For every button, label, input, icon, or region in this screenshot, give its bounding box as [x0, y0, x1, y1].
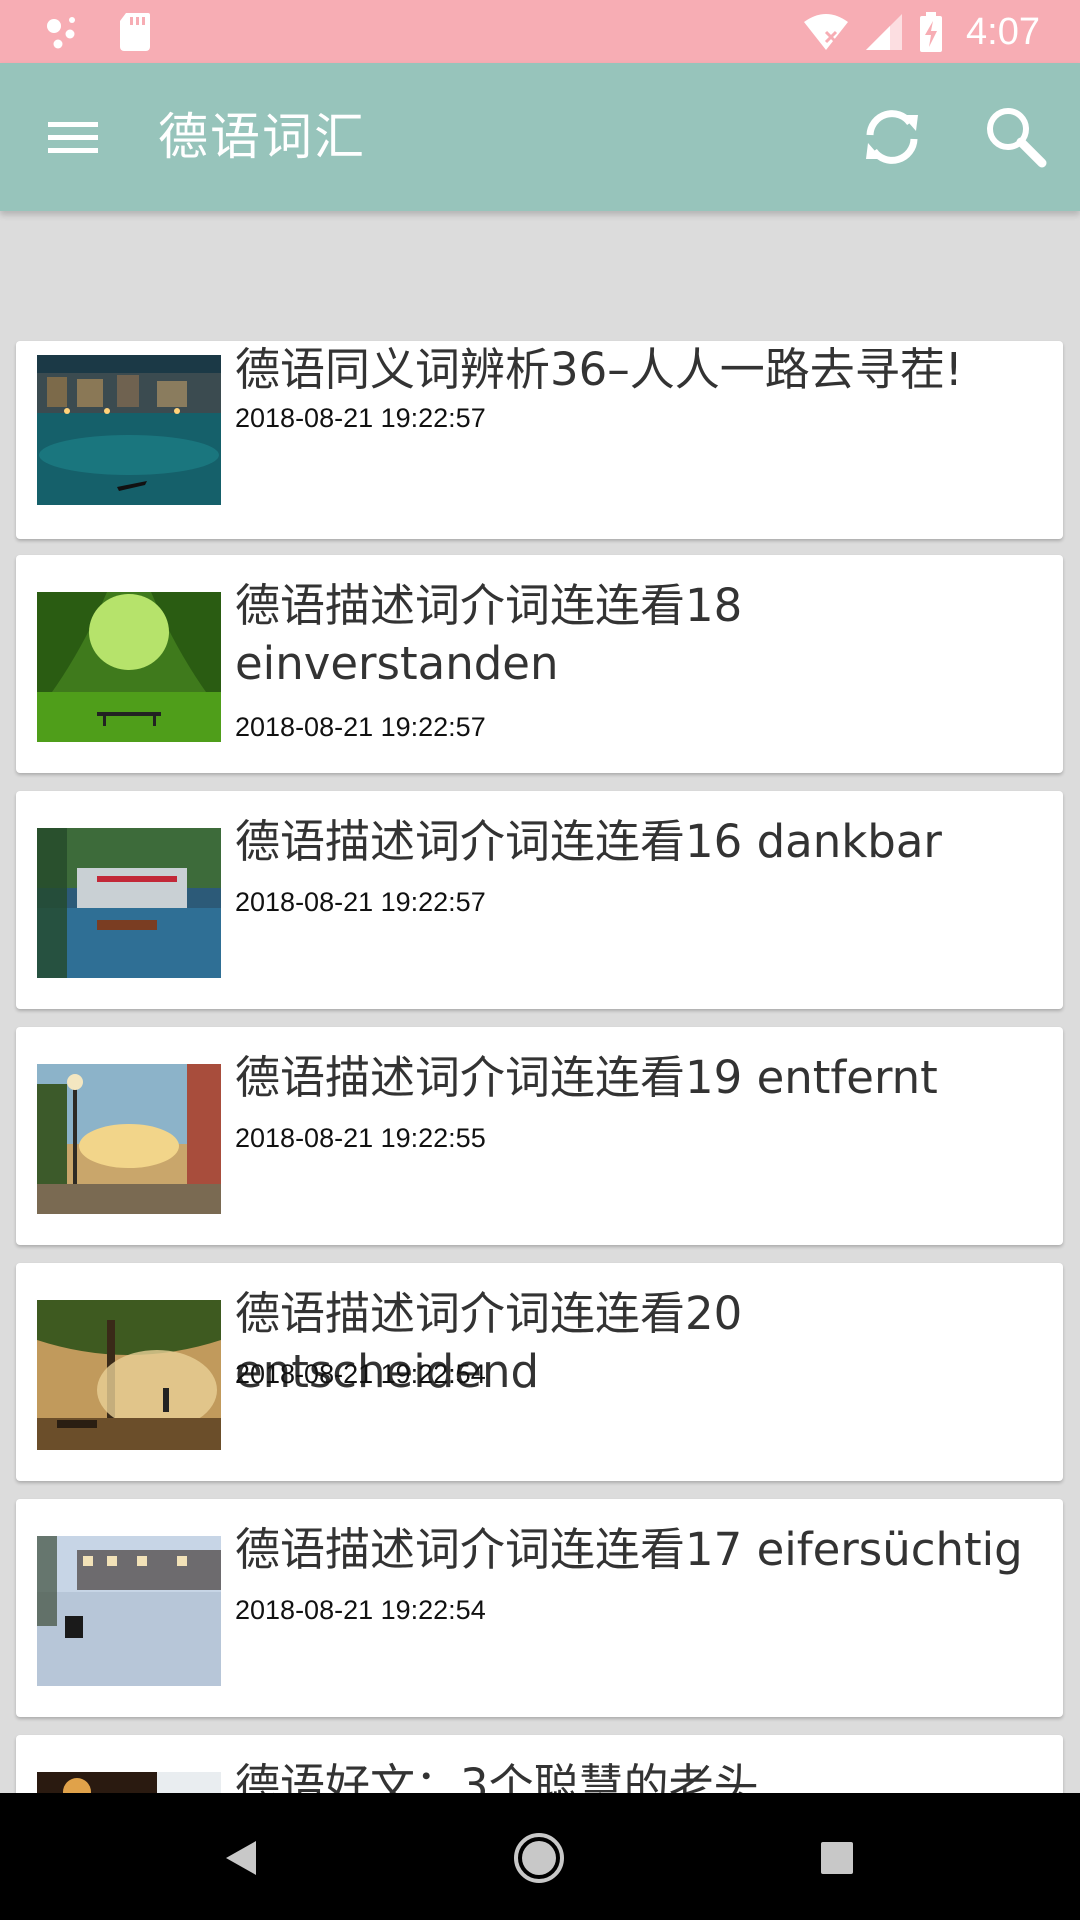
status-bar: 4:07	[0, 0, 1080, 63]
thumbnail-image	[37, 1772, 221, 1793]
wifi-off-icon	[804, 14, 849, 50]
refresh-icon	[866, 110, 918, 164]
article-card[interactable]: 德语描述词介词连连看18 einverstanden 2018-08-21 19…	[16, 555, 1063, 773]
navigation-bar	[0, 1793, 1080, 1920]
signal-icon	[866, 14, 903, 50]
thumbnail-image	[37, 828, 221, 978]
article-date: 2018-08-21 19:22:57	[235, 712, 486, 742]
article-date: 2018-08-21 19:22:57	[235, 403, 486, 433]
thumbnail-image	[37, 1300, 221, 1450]
article-card[interactable]: 德语描述词介词连连看20 entscheidend 2018-08-21 19:…	[16, 1263, 1063, 1481]
article-title: 德语描述词介词连连看17 eifersüchtig	[235, 1523, 1023, 1576]
sd-card-icon	[120, 13, 150, 51]
back-icon	[226, 1841, 256, 1875]
thumbnail-image	[37, 1536, 221, 1686]
menu-button[interactable]	[38, 107, 108, 167]
article-title: 德语描述词介词连连看18 einverstanden	[235, 579, 743, 690]
home-button[interactable]	[504, 1823, 574, 1893]
thumbnail-image	[37, 1064, 221, 1214]
menu-icon	[48, 122, 98, 153]
article-list[interactable]: 德语同义词辨析36–人人一路去寻茬! 2018-08-21 19:22:57 德…	[0, 211, 1080, 1793]
article-title: 德语描述词介词连连看19 entfernt	[235, 1051, 938, 1104]
battery-charging-icon	[920, 12, 943, 52]
app-title: 德语词汇	[158, 108, 366, 166]
article-date: 2018-08-21 19:22:55	[235, 1123, 486, 1153]
article-card[interactable]: 德语描述词介词连连看19 entfernt 2018-08-21 19:22:5…	[16, 1027, 1063, 1245]
search-button[interactable]	[980, 101, 1052, 173]
article-card[interactable]: 德语描述词介词连连看16 dankbar 2018-08-21 19:22:57	[16, 791, 1063, 1009]
article-date: 2018-08-21 19:22:57	[235, 887, 486, 917]
article-date: 2018-08-21 19:22:54	[235, 1359, 486, 1389]
article-card[interactable]: 德语描述词介词连连看17 eifersüchtig 2018-08-21 19:…	[16, 1499, 1063, 1717]
article-card[interactable]: 德语好文：3个聪慧的老头	[16, 1735, 1063, 1793]
app-bar: 德语词汇	[0, 63, 1080, 211]
article-title: 德语描述词介词连连看16 dankbar	[235, 815, 942, 868]
thumbnail-image	[37, 355, 221, 505]
notification-dots-icon	[47, 17, 75, 49]
thumbnail-image	[37, 592, 221, 742]
article-card[interactable]: 德语同义词辨析36–人人一路去寻茬! 2018-08-21 19:22:57	[16, 341, 1063, 539]
recents-icon	[821, 1842, 853, 1874]
article-title: 德语同义词辨析36–人人一路去寻茬!	[235, 343, 963, 396]
home-icon	[514, 1833, 564, 1883]
article-date: 2018-08-21 19:22:54	[235, 1595, 486, 1625]
clock: 4:07	[966, 10, 1040, 53]
search-icon	[987, 108, 1047, 168]
back-button[interactable]	[206, 1823, 276, 1893]
refresh-button[interactable]	[856, 101, 928, 173]
article-title: 德语好文：3个聪慧的老头	[235, 1759, 759, 1793]
recents-button[interactable]	[802, 1823, 872, 1893]
